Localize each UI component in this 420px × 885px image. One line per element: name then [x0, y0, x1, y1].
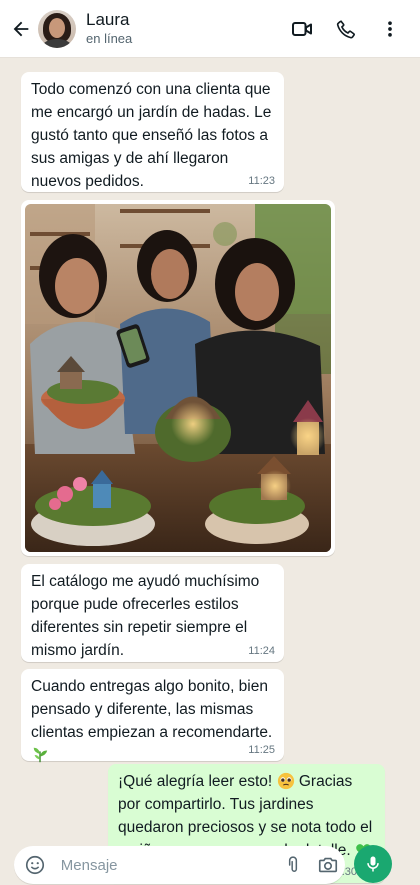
message-time: 11:24 [248, 645, 275, 657]
message-input[interactable] [58, 855, 276, 875]
message-incoming[interactable]: Todo comenzó con una clienta que me enca… [21, 72, 284, 192]
message-composer [0, 840, 420, 885]
phone-icon [336, 20, 355, 39]
back-arrow-icon [13, 21, 29, 36]
mic-icon [367, 856, 379, 872]
message-image[interactable] [21, 200, 335, 556]
more-vert-icon [388, 21, 392, 37]
emoji-button[interactable] [18, 846, 53, 884]
avatar[interactable] [38, 9, 76, 48]
video-camera-icon [292, 22, 312, 36]
emoji-icon [26, 855, 45, 875]
message-incoming[interactable]: Cuando entregas algo bonito, bien pensad… [21, 669, 284, 763]
message-incoming[interactable]: El catálogo me ayudó muchísimo porque pu… [21, 564, 284, 662]
attach-icon [288, 856, 297, 872]
message-text: Todo comenzó con una clienta que me enca… [31, 81, 272, 190]
contact-info[interactable]: Laura en línea [86, 10, 132, 47]
video-call-button[interactable] [280, 7, 324, 51]
shared-photo[interactable] [25, 204, 331, 552]
message-text: El catálogo me ayudó muchísimo porque pu… [31, 573, 260, 659]
voice-message-button[interactable] [354, 845, 392, 883]
back-button[interactable] [2, 0, 40, 58]
message-time: 11:25 [248, 744, 275, 756]
message-text: ¡Qué alegría leer esto! [118, 773, 273, 790]
pleading-face-emoji [277, 772, 294, 790]
contact-status: en línea [86, 31, 133, 46]
attach-button[interactable] [275, 846, 310, 884]
message-list[interactable]: Todo comenzó con una clienta que me enca… [0, 58, 420, 883]
chat-header: Laura en línea [0, 0, 420, 58]
contact-name: Laura [86, 10, 130, 29]
message-input-bar[interactable] [14, 846, 345, 884]
message-time: 11:23 [248, 175, 275, 187]
voice-call-button[interactable] [324, 7, 368, 51]
menu-button[interactable] [368, 7, 412, 51]
camera-icon [318, 857, 337, 873]
camera-button[interactable] [310, 846, 345, 884]
herb-emoji [33, 747, 48, 763]
message-text: Cuando entregas algo bonito, bien pensad… [31, 678, 273, 741]
